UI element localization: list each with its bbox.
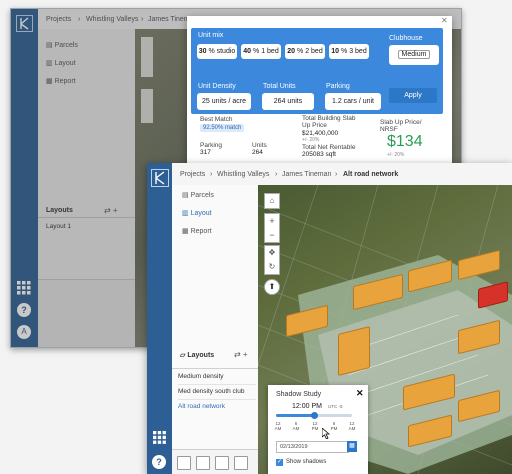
- zoom-in-icon[interactable]: +: [265, 214, 279, 228]
- crumb-sep: ›: [210, 171, 213, 178]
- layouts-title: ▱ Layouts: [180, 352, 215, 359]
- crumb-sep: ›: [335, 171, 338, 178]
- mouse-cursor-icon: [321, 426, 331, 444]
- layout-item-selected[interactable]: Alt road network: [178, 399, 256, 414]
- parking-label: Parking: [326, 83, 350, 90]
- compass-icon[interactable]: ⬆: [264, 279, 280, 295]
- building[interactable]: [338, 326, 370, 376]
- time-slider-handle[interactable]: [310, 412, 318, 419]
- view-controls[interactable]: ✥ ↻: [264, 245, 280, 275]
- unit-density-label: Unit Density: [198, 83, 236, 90]
- layout-icon: ▥: [182, 210, 189, 217]
- app-logo-icon[interactable]: [151, 169, 169, 187]
- front-left-rail: ?: [147, 163, 172, 474]
- tick: 12 PM: [311, 421, 319, 431]
- front-tool-palette: [172, 449, 258, 474]
- tick: 12 AM: [348, 421, 356, 431]
- three-bed-field[interactable]: 10 % 3 bed: [329, 44, 369, 59]
- price-value: $134: [387, 133, 423, 150]
- shadow-study-title: Shadow Study: [276, 391, 322, 398]
- report-icon: ▦: [182, 228, 189, 235]
- rotate-icon[interactable]: ↻: [265, 260, 279, 274]
- building-tool-icon[interactable]: [234, 456, 248, 470]
- unit-mix-popup: ✕ Unit mix 30 % studio 40 % 1 bed 20 % 2…: [187, 16, 452, 178]
- total-units-label: Total Units: [263, 83, 296, 90]
- slab-up-value: $21,400,000: [302, 130, 339, 137]
- layout-item[interactable]: Medium density: [178, 369, 256, 385]
- calendar-icon[interactable]: ▦: [347, 441, 357, 452]
- tick: 12 AM: [274, 421, 282, 431]
- net-rentable-value: 205083 sqft: [302, 151, 336, 158]
- front-sidebar: ▤ Parcels ▥ Layout ▦ Report ▱ Layouts ⇄ …: [172, 185, 259, 474]
- layers-tool-icon[interactable]: [177, 456, 191, 470]
- layers-icon: ▱: [180, 352, 186, 359]
- price-label: Slab Up Price/ NRSF: [380, 119, 422, 133]
- nav-report[interactable]: ▦ Report: [182, 227, 212, 235]
- time-slider-fill: [276, 414, 314, 417]
- crumb-valley[interactable]: Whistling Valleys: [217, 171, 269, 178]
- nav-parcels[interactable]: ▤ Parcels: [182, 191, 214, 199]
- price-range: +/- 20%: [387, 152, 405, 158]
- shadow-time: 12:00 PM: [292, 403, 322, 410]
- total-units-field[interactable]: 264 units: [262, 93, 314, 110]
- map-tool-icon[interactable]: [196, 456, 210, 470]
- crumb-person[interactable]: James Tineman: [282, 171, 331, 178]
- slab-up-range: +/- 20%: [302, 137, 320, 143]
- units-stat-value: 264: [252, 149, 263, 156]
- nav-layout[interactable]: ▥ Layout: [182, 209, 212, 217]
- two-bed-field[interactable]: 20 % 2 bed: [285, 44, 325, 59]
- home-icon[interactable]: ⌂: [264, 193, 280, 209]
- units-stat-label: Units: [252, 142, 267, 149]
- clubhouse-label: Clubhouse: [389, 35, 423, 42]
- shadow-timezone: UTC -5: [328, 404, 343, 409]
- show-shadows-label: Show shadows: [286, 459, 327, 465]
- parking-field[interactable]: 1.2 cars / unit: [325, 93, 381, 110]
- road-tool-icon[interactable]: [215, 456, 229, 470]
- zoom-controls[interactable]: + −: [264, 213, 280, 243]
- tick: 6 AM: [292, 421, 300, 431]
- studio-field[interactable]: 30 % studio: [197, 44, 237, 59]
- date-input[interactable]: 02/13/2019: [276, 441, 349, 453]
- shadow-study-panel: Shadow Study ✕ 12:00 PM UTC -5 12 AM 6 AM …: [268, 385, 368, 474]
- pan-icon[interactable]: ✥: [265, 246, 279, 260]
- parking-stat-value: 317: [200, 149, 211, 156]
- one-bed-field[interactable]: 40 % 1 bed: [241, 44, 281, 59]
- close-icon[interactable]: ✕: [441, 16, 448, 25]
- time-slider-track[interactable]: [276, 412, 352, 419]
- close-icon[interactable]: ✕: [356, 388, 364, 399]
- front-breadcrumb: Projects › Whistling Valleys › James Tin…: [172, 163, 512, 186]
- layout-item[interactable]: Med density south club: [178, 384, 256, 400]
- crumb-sep: ›: [275, 171, 278, 178]
- zoom-out-icon[interactable]: −: [265, 228, 279, 242]
- slab-up-label: Total Building Slab Up Price: [302, 115, 356, 129]
- apply-button[interactable]: Apply: [389, 88, 437, 103]
- crumb-projects[interactable]: Projects: [180, 171, 205, 178]
- clubhouse-select[interactable]: Medium: [389, 45, 439, 65]
- unit-mix-panel: Unit mix 30 % studio 40 % 1 bed 20 % 2 b…: [191, 28, 443, 114]
- unit-mix-label: Unit mix: [198, 32, 224, 39]
- best-match-label: Best Match: [200, 116, 233, 123]
- net-rentable-label: Total Net Rentable: [302, 144, 356, 151]
- crumb-current: Alt road network: [343, 171, 399, 178]
- parking-stat-label: Parking: [200, 142, 223, 149]
- help-icon[interactable]: ?: [152, 455, 166, 469]
- parcels-icon: ▤: [182, 192, 189, 199]
- apps-grid-icon[interactable]: [153, 431, 166, 444]
- show-shadows-checkbox[interactable]: ✓: [276, 459, 283, 466]
- layouts-sort-icon[interactable]: ⇄ +: [234, 350, 248, 359]
- best-match-badge: 92.50% match: [200, 124, 245, 132]
- unit-density-field[interactable]: 25 units / acre: [197, 93, 251, 110]
